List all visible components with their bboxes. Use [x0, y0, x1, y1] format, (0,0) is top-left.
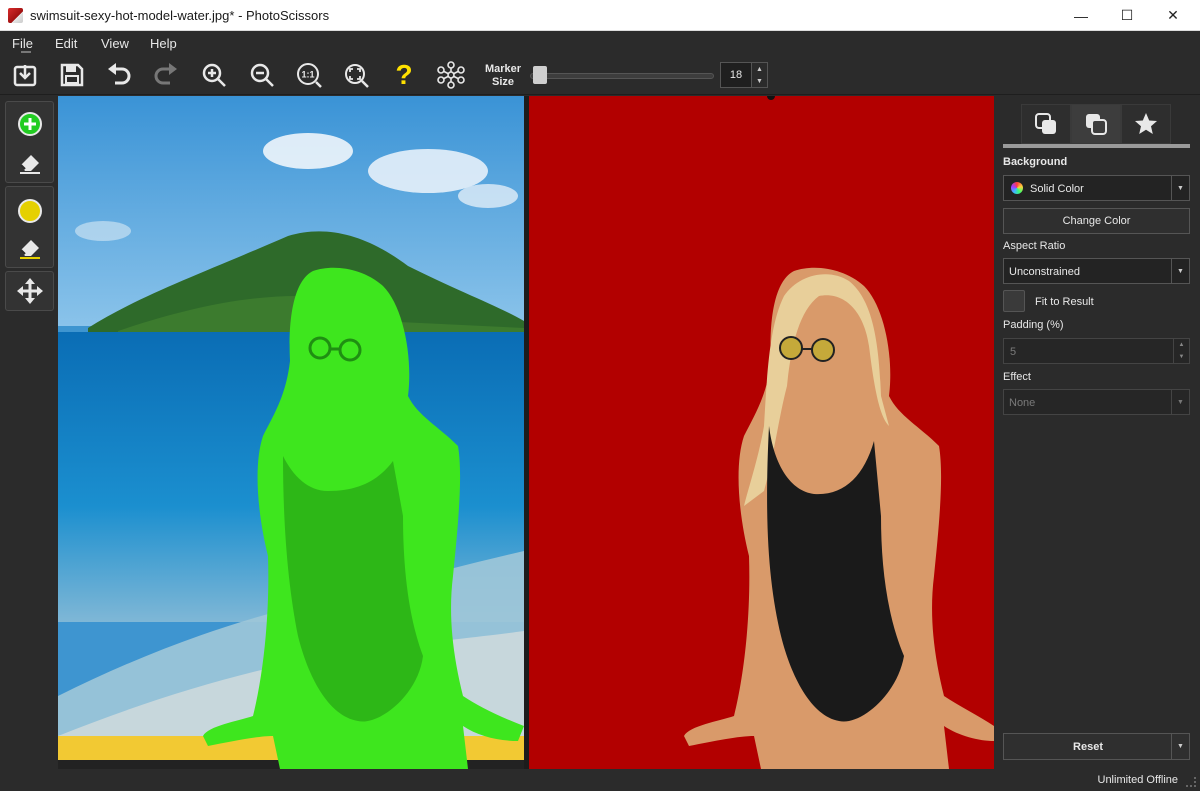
padding-value: 5: [1010, 346, 1017, 358]
source-canvas[interactable]: [58, 96, 524, 769]
save-button[interactable]: [56, 59, 88, 91]
tab-background[interactable]: [1071, 104, 1121, 144]
chevron-down-icon[interactable]: ▼: [1171, 390, 1189, 414]
status-bar: Unlimited Offline: [0, 771, 1200, 791]
tab-effects[interactable]: [1121, 104, 1171, 144]
aspect-ratio-label: Aspect Ratio: [1003, 240, 1066, 252]
network-button[interactable]: [435, 59, 467, 91]
zoom-out-button[interactable]: [246, 59, 278, 91]
fit-icon: [345, 64, 369, 88]
title-bar: swimsuit-sexy-hot-model-water.jpg* - Pho…: [0, 0, 1200, 31]
spin-up-icon[interactable]: ▲: [1174, 339, 1189, 351]
tool-column: [0, 96, 58, 771]
menu-file[interactable]: File: [12, 36, 33, 51]
actual-size-text: 1:1: [301, 70, 314, 80]
background-select-value: Solid Color: [1030, 183, 1084, 195]
change-color-button[interactable]: Change Color: [1003, 208, 1190, 234]
result-canvas[interactable]: [529, 96, 994, 769]
foreground-eraser-button[interactable]: [14, 146, 46, 178]
background-marker-button[interactable]: [14, 195, 46, 227]
source-photo: [58, 96, 524, 769]
open-button[interactable]: [9, 59, 41, 91]
chevron-down-icon[interactable]: ▼: [1171, 259, 1189, 283]
background-eraser-button[interactable]: [14, 231, 46, 263]
marker-size-label: Marker Size: [481, 63, 525, 89]
license-status: Unlimited Offline: [1097, 774, 1179, 786]
app-icon: [8, 8, 23, 23]
fit-to-result-checkbox[interactable]: [1003, 290, 1025, 312]
minimize-button[interactable]: —: [1058, 0, 1104, 31]
padding-input[interactable]: 5 ▲ ▼: [1003, 338, 1190, 364]
fit-to-result-label: Fit to Result: [1035, 296, 1094, 308]
window-title: swimsuit-sexy-hot-model-water.jpg* - Pho…: [30, 8, 330, 23]
background-eraser-icon: [20, 240, 40, 259]
undo-button[interactable]: [103, 59, 135, 91]
open-icon: [13, 65, 37, 87]
layers-front-icon: [1035, 113, 1056, 134]
network-icon: [437, 61, 465, 89]
background-tool-group: [5, 186, 54, 268]
actual-size-button[interactable]: 1:1: [293, 59, 325, 91]
chevron-down-icon[interactable]: ▼: [1171, 176, 1189, 200]
panel-tabs: [1021, 104, 1172, 144]
resize-grip-icon[interactable]: [1186, 777, 1196, 787]
layers-back-icon: [1086, 114, 1107, 135]
zoom-in-button[interactable]: [198, 59, 230, 91]
spin-down-icon[interactable]: ▼: [752, 75, 767, 87]
menu-bar: File Edit View Help: [0, 31, 1200, 56]
tab-indicator: [1003, 144, 1190, 148]
foreground-eraser-icon: [20, 155, 40, 174]
menu-view[interactable]: View: [101, 36, 129, 51]
effect-select[interactable]: None ▼: [1003, 389, 1190, 415]
effect-label: Effect: [1003, 371, 1031, 383]
move-button[interactable]: [14, 275, 46, 307]
save-icon: [60, 63, 84, 87]
background-select[interactable]: Solid Color ▼: [1003, 175, 1190, 201]
maximize-button[interactable]: ☐: [1104, 0, 1150, 31]
star-icon: [1135, 113, 1157, 134]
foreground-marker-icon: [18, 112, 42, 136]
background-label: Background: [1003, 156, 1068, 168]
marker-label-line2: Size: [491, 76, 514, 88]
zoom-out-icon: [250, 63, 274, 87]
actual-size-icon: 1:1: [297, 63, 322, 88]
background-marker-icon: [18, 199, 42, 223]
marker-size-input[interactable]: 18: [720, 62, 752, 88]
move-icon: [17, 278, 43, 304]
aspect-ratio-select[interactable]: Unconstrained ▼: [1003, 258, 1190, 284]
color-wheel-icon: [1011, 182, 1023, 194]
marker-size-slider-handle[interactable]: [533, 66, 548, 84]
menu-help[interactable]: Help: [150, 36, 177, 51]
close-button[interactable]: ✕: [1150, 0, 1196, 31]
move-tool-group: [5, 271, 54, 311]
spin-up-icon[interactable]: ▲: [752, 63, 767, 75]
menu-file-indicator: [21, 51, 31, 53]
effect-value: None: [1009, 397, 1036, 409]
foreground-marker-button[interactable]: [14, 108, 46, 140]
redo-button[interactable]: [150, 59, 182, 91]
menu-edit[interactable]: Edit: [55, 36, 77, 51]
marker-label-line1: Marker: [484, 63, 522, 75]
padding-stepper[interactable]: ▲ ▼: [1173, 339, 1189, 363]
spin-down-icon[interactable]: ▼: [1174, 351, 1189, 363]
tab-foreground[interactable]: [1021, 104, 1071, 144]
aspect-ratio-value: Unconstrained: [1009, 266, 1080, 278]
marker-size-slider[interactable]: [530, 73, 714, 79]
reset-button[interactable]: Reset ▼: [1003, 733, 1190, 760]
fit-button[interactable]: [340, 59, 372, 91]
padding-label: Padding (%): [1003, 319, 1064, 331]
undo-icon: [108, 63, 131, 85]
result-photo: [529, 96, 994, 769]
zoom-in-icon: [202, 63, 226, 87]
chevron-down-icon[interactable]: ▼: [1171, 734, 1189, 759]
help-button[interactable]: ?: [388, 59, 420, 91]
marker-size-stepper[interactable]: ▲ ▼: [752, 62, 768, 88]
foreground-tool-group: [5, 101, 54, 183]
redo-icon: [154, 63, 177, 85]
reset-label: Reset: [1073, 741, 1103, 753]
